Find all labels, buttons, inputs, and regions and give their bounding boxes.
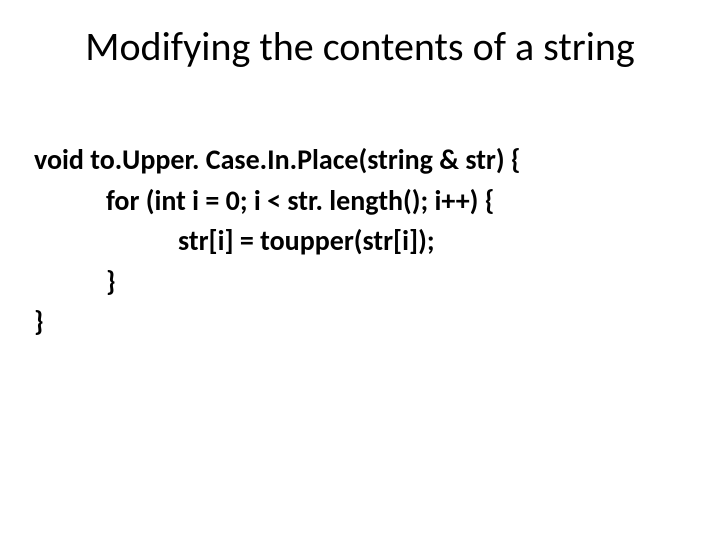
slide: Modifying the contents of a string void … — [0, 0, 720, 540]
code-line-3: str[i] = toupper(str[i]); — [34, 221, 686, 262]
code-block: void to.Upper. Case.In.Place(string & st… — [34, 140, 686, 343]
code-line-5: } — [34, 302, 686, 343]
slide-title: Modifying the contents of a string — [0, 22, 720, 71]
code-line-4: } — [34, 262, 686, 303]
code-line-1: void to.Upper. Case.In.Place(string & st… — [34, 140, 686, 181]
code-line-2: for (int i = 0; i < str. length(); i++) … — [34, 181, 686, 222]
